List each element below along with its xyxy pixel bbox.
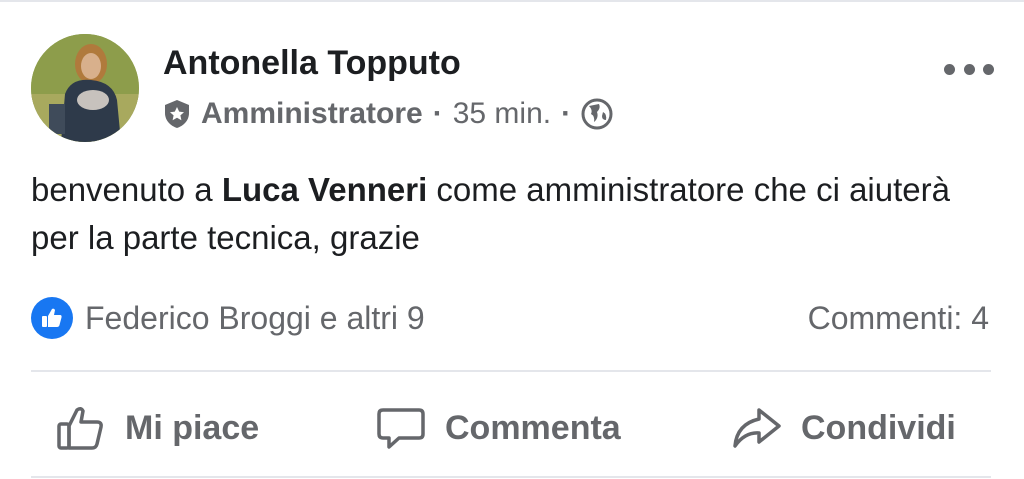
comment-button[interactable]: Commenta — [375, 395, 621, 461]
more-dots-icon — [944, 63, 955, 75]
comment-icon — [377, 408, 425, 449]
message-text: benvenuto a — [31, 171, 222, 208]
share-button[interactable]: Condividi — [731, 395, 956, 461]
like-label: Mi piace — [125, 408, 260, 447]
mention-link[interactable]: Luca Venneri — [222, 171, 427, 208]
share-arrow-icon — [733, 408, 781, 448]
avatar-photo — [31, 34, 139, 142]
thumbs-up-icon — [57, 406, 103, 450]
globe-icon[interactable] — [581, 98, 613, 130]
author-name[interactable]: Antonella Topputo — [163, 44, 461, 83]
more-options-button[interactable] — [944, 56, 994, 82]
avatar[interactable] — [31, 34, 139, 142]
share-label: Condividi — [801, 408, 956, 447]
post-meta: Amministratore · 35 min. · — [163, 96, 613, 132]
reactions-text: Federico Broggi e altri 9 — [85, 299, 425, 336]
like-button[interactable]: Mi piace — [55, 395, 259, 461]
post-message: benvenuto a Luca Venneri come amministra… — [31, 166, 1001, 262]
more-dots-icon — [983, 63, 994, 75]
like-icon — [31, 297, 73, 339]
role-label[interactable]: Amministratore — [201, 97, 423, 131]
comments-count[interactable]: Commenti: 4 — [808, 297, 989, 339]
divider — [31, 370, 991, 372]
shield-star-icon — [165, 100, 189, 128]
reactions-summary[interactable]: Federico Broggi e altri 9 — [31, 297, 425, 339]
action-bar: Mi piace Commenta Condividi — [0, 395, 1024, 461]
more-dots-icon — [963, 63, 975, 75]
comment-label: Commenta — [445, 408, 621, 447]
meta-separator: · — [432, 97, 443, 130]
meta-separator: · — [561, 97, 572, 130]
bottom-divider — [31, 476, 991, 478]
post-card: Antonella Topputo Amministratore · 35 mi… — [0, 0, 1024, 479]
post-time[interactable]: 35 min. — [453, 97, 551, 131]
